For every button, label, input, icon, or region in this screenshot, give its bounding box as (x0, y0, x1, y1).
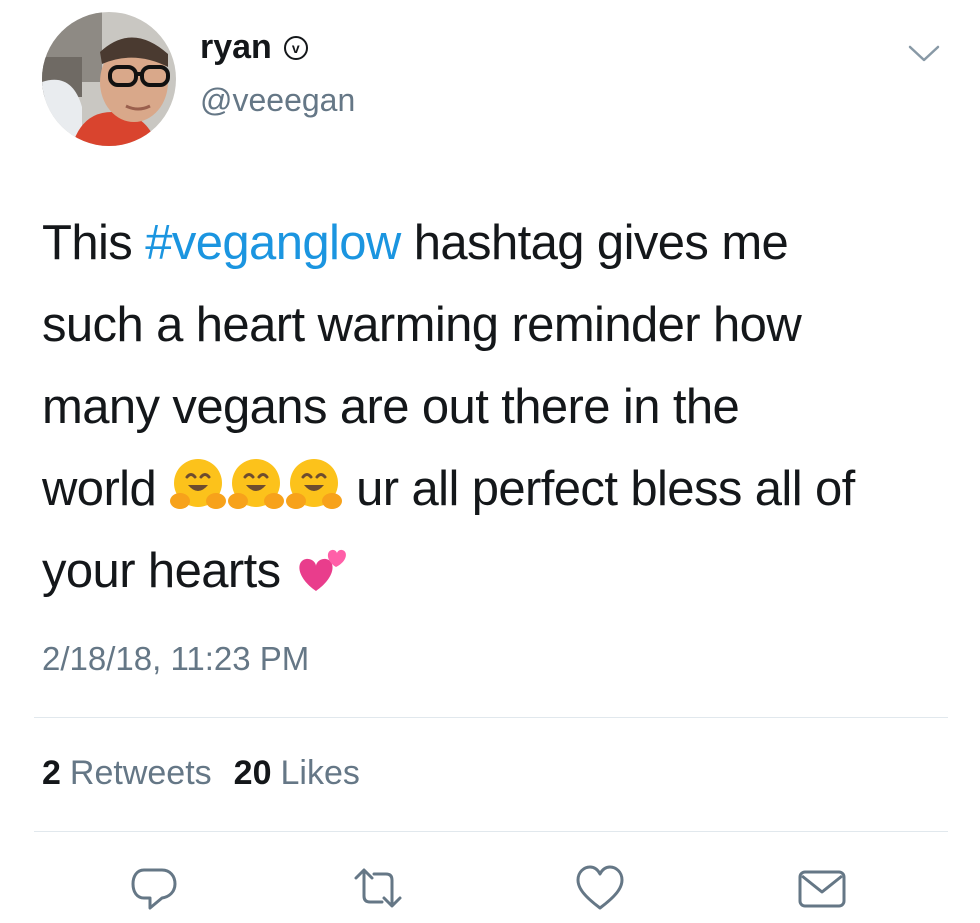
hugging-face-emoji-icon (227, 456, 285, 538)
retweet-icon[interactable] (352, 862, 404, 914)
divider (34, 717, 948, 718)
tweet-timestamp[interactable]: 2/18/18, 11:23 PM (42, 640, 309, 678)
tweet-line: many vegans are out there in the (42, 380, 740, 434)
retweets-stat[interactable]: 2 Retweets (42, 754, 212, 793)
retweets-label: Retweets (69, 754, 212, 792)
tweet-line: world ur all perfect bless all of (42, 448, 952, 530)
reply-icon[interactable] (128, 862, 180, 914)
share-icon[interactable] (796, 862, 848, 914)
likes-count: 20 (233, 754, 272, 792)
two-hearts-emoji-icon (294, 538, 350, 620)
like-icon[interactable] (574, 862, 626, 914)
user-handle[interactable]: @veeegan (200, 82, 355, 119)
hugging-face-emoji-icon (285, 456, 343, 538)
profile-photo (42, 12, 176, 146)
chevron-down-icon[interactable] (904, 38, 944, 68)
retweets-count: 2 (42, 754, 61, 792)
action-bar (0, 862, 980, 914)
likes-label: Likes (280, 754, 360, 792)
avatar[interactable] (42, 12, 176, 146)
tweet-line: such a heart warming reminder how (42, 298, 802, 352)
tweet-line: This #veganglow hashtag gives me (42, 216, 789, 270)
verified-badge-icon: v (283, 35, 308, 60)
user-name[interactable]: ryan (200, 28, 272, 67)
engagement-stats: 2 Retweets 20 Likes (42, 754, 382, 793)
user-name-row: ryan v (200, 28, 308, 67)
tweet-line: your hearts (42, 530, 952, 612)
hugging-face-emoji-icon (169, 456, 227, 538)
likes-stat[interactable]: 20 Likes (234, 754, 360, 793)
divider (34, 831, 948, 832)
tweet-text: This #veganglow hashtag gives me such a … (42, 202, 952, 612)
hashtag-link[interactable]: #veganglow (145, 216, 401, 270)
